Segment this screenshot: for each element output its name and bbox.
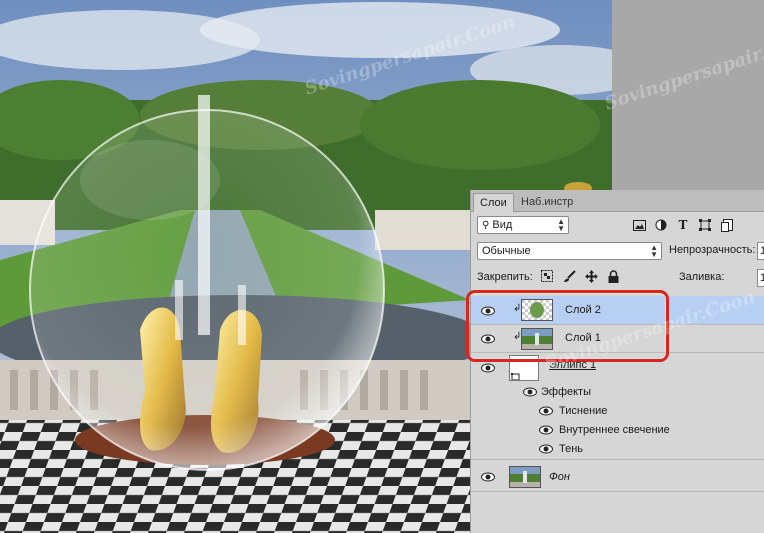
type-filter-icon[interactable]: T [675,217,691,233]
effect-item-shadow[interactable]: Тень [471,440,764,460]
lock-pixels-icon[interactable] [539,270,555,286]
effect-item-inner-glow[interactable]: Внутреннее свечение [471,421,764,440]
panel-tabbar: Слои Наб.инстр [471,190,764,212]
effect-label: Тиснение [559,405,608,417]
eye-icon[interactable] [539,404,553,418]
updown-caret-icon: ▲ ▼ [557,217,565,233]
opacity-input[interactable]: 1 [757,242,764,260]
lock-move-icon[interactable] [583,270,599,286]
effects-group[interactable]: Эффекты [471,383,764,402]
adjustment-filter-icon[interactable] [653,217,669,233]
opacity-label: Непрозрачность: [669,244,756,256]
eye-icon[interactable] [481,332,495,346]
fill-label: Заливка: [679,271,725,283]
tab-tool-presets[interactable]: Наб.инстр [515,193,579,212]
layer-row-sloy2[interactable]: ↲ Слой 2 [471,296,764,325]
effect-item-emboss[interactable]: Тиснение [471,402,764,421]
blend-row: Обычные ▲ ▼ Непрозрачность: [471,240,764,262]
shape-filter-icon[interactable] [697,217,713,233]
layer-row-sloy1[interactable]: ↲ Слой 1 [471,325,764,353]
layer-name: Фон [549,471,570,483]
effect-label: Внутреннее свечение [559,424,670,436]
smartobject-filter-icon[interactable] [719,217,735,233]
layer-thumbnail [509,466,541,488]
effects-label: Эффекты [541,386,592,398]
lock-row: Закрепить: Заливка: [471,268,764,288]
filter-kind-select[interactable]: ⚲ Вид ▲ ▼ [477,216,569,234]
updown-caret-icon: ▲ ▼ [650,243,658,259]
layers-panel: Слои Наб.инстр ⚲ Вид ▲ ▼ T Обычные ▲ ▼ Н… [470,190,764,533]
eye-icon[interactable] [481,304,495,318]
eye-icon[interactable] [523,385,537,399]
filter-kind-label: Вид [492,219,513,231]
eye-icon[interactable] [481,361,495,375]
blend-mode-value: Обычные [482,245,531,257]
layers-list: ↲ Слой 2 ↲ Слой 1 Эллипс 1 Эффекты Тисне… [471,290,764,533]
eye-icon[interactable] [539,442,553,456]
lock-paint-icon[interactable] [561,270,577,286]
tab-layers[interactable]: Слои [473,193,514,212]
layer-row-ellipse1[interactable]: Эллипс 1 [471,353,764,383]
blend-mode-select[interactable]: Обычные ▲ ▼ [477,242,662,260]
layer-row-background[interactable]: Фон [471,462,764,492]
search-icon: ⚲ [482,220,490,231]
effect-label: Тень [559,443,584,455]
lock-label: Закрепить: [477,271,533,283]
layer-name: Слой 2 [565,304,601,316]
canvas-pasteboard [612,0,764,190]
layer-thumbnail [521,299,553,321]
layer-filter-row: ⚲ Вид ▲ ▼ T [471,214,764,238]
lock-all-icon[interactable] [605,270,621,286]
layer-name: Слой 1 [565,332,601,344]
image-filter-icon[interactable] [631,217,647,233]
layer-name: Эллипс 1 [549,359,597,371]
fill-input[interactable]: 1 [757,269,764,287]
layer-thumbnail [521,328,553,350]
eye-icon[interactable] [539,423,553,437]
layer-thumbnail [509,355,539,381]
eye-icon[interactable] [481,470,495,484]
